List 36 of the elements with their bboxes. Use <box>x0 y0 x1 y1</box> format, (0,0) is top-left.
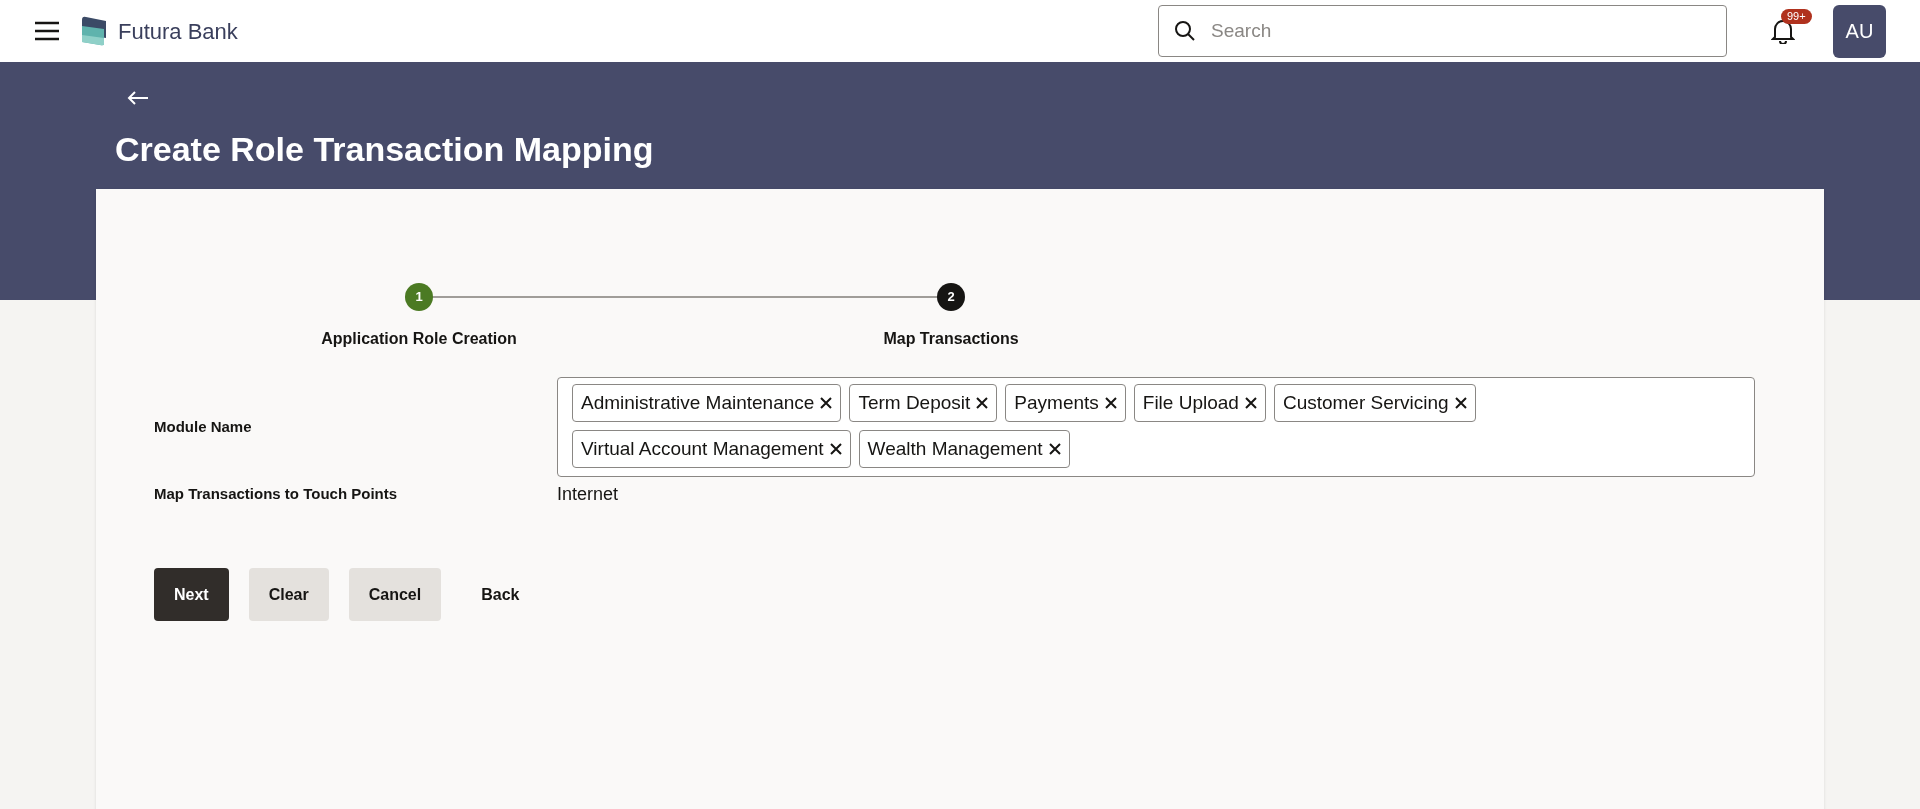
module-select-field[interactable]: Administrative Maintenance Term Deposit Payments File Upload Customer Servicing Virtual Account Management Wealth Management <box>557 377 1755 477</box>
step-number: 2 <box>937 283 965 311</box>
action-button[interactable]: Clear <box>248 568 329 621</box>
search-field[interactable]: Search <box>1158 5 1727 57</box>
remove-icon[interactable] <box>1048 443 1061 455</box>
menu-icon[interactable] <box>34 21 60 41</box>
chip-label: Administrative Maintenance <box>581 390 815 415</box>
action-button[interactable]: Next <box>154 568 229 621</box>
remove-icon[interactable] <box>1104 397 1117 409</box>
search-icon <box>1174 20 1196 42</box>
bell-icon[interactable] <box>1771 18 1795 44</box>
step-label: Application Role Creation <box>321 329 517 349</box>
back-arrow-icon[interactable] <box>126 90 150 106</box>
remove-icon[interactable] <box>820 397 833 409</box>
chip-label: Customer Servicing <box>1282 390 1449 415</box>
field-label: Module Name <box>154 416 253 437</box>
remove-icon[interactable] <box>976 397 989 409</box>
chip-label: Payments <box>1014 390 1099 415</box>
avatar-button[interactable]: AU <box>1833 4 1886 58</box>
brand-name: Futura Bank <box>118 17 238 46</box>
remove-icon[interactable] <box>829 443 842 455</box>
action-button[interactable]: Cancel <box>348 568 442 621</box>
chip-label: File Upload <box>1142 390 1239 415</box>
field-value: Internet <box>557 483 619 506</box>
page-title: Create Role Transaction Mapping <box>115 129 655 170</box>
chip-label: Virtual Account Management <box>581 436 824 461</box>
remove-icon[interactable] <box>1454 397 1467 409</box>
chip-label: Term Deposit <box>858 390 971 415</box>
step-label: Map Transactions <box>883 329 1019 349</box>
remove-icon[interactable] <box>1244 397 1257 409</box>
field-label: Map Transactions to Touch Points <box>154 484 399 505</box>
chip-label: Wealth Management <box>867 436 1043 461</box>
step-number: 1 <box>405 283 433 311</box>
notification-badge: 99+ <box>1781 9 1812 24</box>
logo-icon <box>80 16 108 46</box>
back-link[interactable]: Back <box>461 568 540 621</box>
